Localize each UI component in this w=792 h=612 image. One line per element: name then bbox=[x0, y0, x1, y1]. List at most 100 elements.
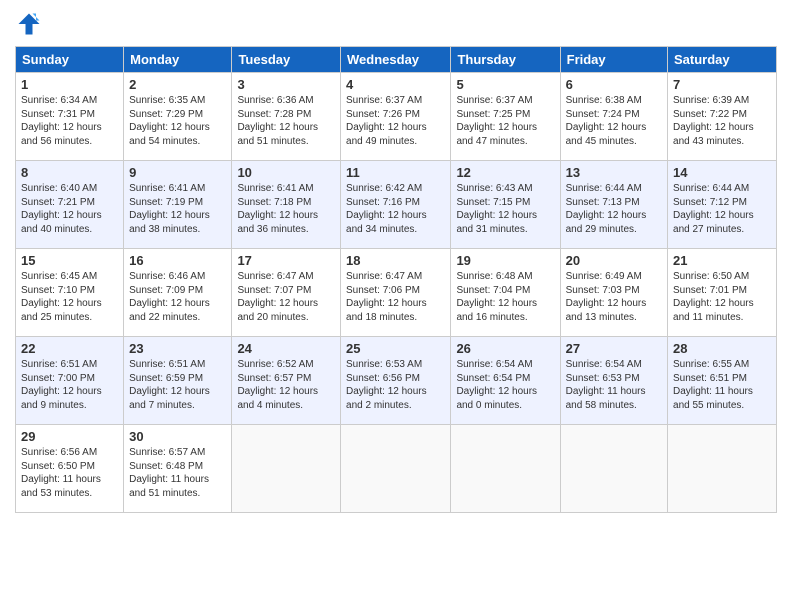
day-number: 6 bbox=[566, 77, 662, 92]
table-row: 9 Sunrise: 6:41 AMSunset: 7:19 PMDayligh… bbox=[124, 161, 232, 249]
calendar-header-friday: Friday bbox=[560, 47, 667, 73]
day-number: 11 bbox=[346, 165, 445, 180]
day-number: 28 bbox=[673, 341, 771, 356]
cell-content: Sunrise: 6:40 AMSunset: 7:21 PMDaylight:… bbox=[21, 183, 102, 235]
day-number: 29 bbox=[21, 429, 118, 444]
table-row: 23 Sunrise: 6:51 AMSunset: 6:59 PMDaylig… bbox=[124, 337, 232, 425]
table-row: 10 Sunrise: 6:41 AMSunset: 7:18 PMDaylig… bbox=[232, 161, 341, 249]
day-number: 23 bbox=[129, 341, 226, 356]
day-number: 22 bbox=[21, 341, 118, 356]
day-number: 24 bbox=[237, 341, 335, 356]
page-container: SundayMondayTuesdayWednesdayThursdayFrid… bbox=[0, 0, 792, 523]
cell-content: Sunrise: 6:47 AMSunset: 7:07 PMDaylight:… bbox=[237, 271, 318, 323]
day-number: 3 bbox=[237, 77, 335, 92]
cell-content: Sunrise: 6:38 AMSunset: 7:24 PMDaylight:… bbox=[566, 95, 647, 147]
day-number: 10 bbox=[237, 165, 335, 180]
cell-content: Sunrise: 6:46 AMSunset: 7:09 PMDaylight:… bbox=[129, 271, 210, 323]
day-number: 20 bbox=[566, 253, 662, 268]
table-row: 5 Sunrise: 6:37 AMSunset: 7:25 PMDayligh… bbox=[451, 73, 560, 161]
table-row: 13 Sunrise: 6:44 AMSunset: 7:13 PMDaylig… bbox=[560, 161, 667, 249]
cell-content: Sunrise: 6:51 AMSunset: 7:00 PMDaylight:… bbox=[21, 359, 102, 411]
calendar-week-row: 1 Sunrise: 6:34 AMSunset: 7:31 PMDayligh… bbox=[16, 73, 777, 161]
cell-content: Sunrise: 6:54 AMSunset: 6:54 PMDaylight:… bbox=[456, 359, 537, 411]
day-number: 15 bbox=[21, 253, 118, 268]
day-number: 14 bbox=[673, 165, 771, 180]
header bbox=[15, 10, 777, 38]
cell-content: Sunrise: 6:54 AMSunset: 6:53 PMDaylight:… bbox=[566, 359, 646, 411]
cell-content: Sunrise: 6:50 AMSunset: 7:01 PMDaylight:… bbox=[673, 271, 754, 323]
table-row: 4 Sunrise: 6:37 AMSunset: 7:26 PMDayligh… bbox=[341, 73, 451, 161]
table-row: 28 Sunrise: 6:55 AMSunset: 6:51 PMDaylig… bbox=[668, 337, 777, 425]
day-number: 1 bbox=[21, 77, 118, 92]
table-row: 22 Sunrise: 6:51 AMSunset: 7:00 PMDaylig… bbox=[16, 337, 124, 425]
day-number: 12 bbox=[456, 165, 554, 180]
table-row: 2 Sunrise: 6:35 AMSunset: 7:29 PMDayligh… bbox=[124, 73, 232, 161]
table-row: 15 Sunrise: 6:45 AMSunset: 7:10 PMDaylig… bbox=[16, 249, 124, 337]
table-row: 25 Sunrise: 6:53 AMSunset: 6:56 PMDaylig… bbox=[341, 337, 451, 425]
cell-content: Sunrise: 6:37 AMSunset: 7:26 PMDaylight:… bbox=[346, 95, 427, 147]
calendar-header-wednesday: Wednesday bbox=[341, 47, 451, 73]
day-number: 8 bbox=[21, 165, 118, 180]
table-row: 18 Sunrise: 6:47 AMSunset: 7:06 PMDaylig… bbox=[341, 249, 451, 337]
table-row: 20 Sunrise: 6:49 AMSunset: 7:03 PMDaylig… bbox=[560, 249, 667, 337]
table-row bbox=[341, 425, 451, 513]
calendar-header-row: SundayMondayTuesdayWednesdayThursdayFrid… bbox=[16, 47, 777, 73]
table-row: 30 Sunrise: 6:57 AMSunset: 6:48 PMDaylig… bbox=[124, 425, 232, 513]
table-row: 3 Sunrise: 6:36 AMSunset: 7:28 PMDayligh… bbox=[232, 73, 341, 161]
cell-content: Sunrise: 6:49 AMSunset: 7:03 PMDaylight:… bbox=[566, 271, 647, 323]
logo bbox=[15, 10, 47, 38]
cell-content: Sunrise: 6:44 AMSunset: 7:13 PMDaylight:… bbox=[566, 183, 647, 235]
logo-icon bbox=[15, 10, 43, 38]
table-row bbox=[560, 425, 667, 513]
day-number: 7 bbox=[673, 77, 771, 92]
cell-content: Sunrise: 6:34 AMSunset: 7:31 PMDaylight:… bbox=[21, 95, 102, 147]
day-number: 26 bbox=[456, 341, 554, 356]
calendar-header-monday: Monday bbox=[124, 47, 232, 73]
cell-content: Sunrise: 6:41 AMSunset: 7:18 PMDaylight:… bbox=[237, 183, 318, 235]
table-row: 6 Sunrise: 6:38 AMSunset: 7:24 PMDayligh… bbox=[560, 73, 667, 161]
cell-content: Sunrise: 6:39 AMSunset: 7:22 PMDaylight:… bbox=[673, 95, 754, 147]
day-number: 16 bbox=[129, 253, 226, 268]
day-number: 21 bbox=[673, 253, 771, 268]
day-number: 18 bbox=[346, 253, 445, 268]
cell-content: Sunrise: 6:56 AMSunset: 6:50 PMDaylight:… bbox=[21, 447, 101, 499]
day-number: 25 bbox=[346, 341, 445, 356]
cell-content: Sunrise: 6:55 AMSunset: 6:51 PMDaylight:… bbox=[673, 359, 753, 411]
table-row: 7 Sunrise: 6:39 AMSunset: 7:22 PMDayligh… bbox=[668, 73, 777, 161]
cell-content: Sunrise: 6:48 AMSunset: 7:04 PMDaylight:… bbox=[456, 271, 537, 323]
table-row: 14 Sunrise: 6:44 AMSunset: 7:12 PMDaylig… bbox=[668, 161, 777, 249]
cell-content: Sunrise: 6:51 AMSunset: 6:59 PMDaylight:… bbox=[129, 359, 210, 411]
table-row bbox=[668, 425, 777, 513]
table-row: 27 Sunrise: 6:54 AMSunset: 6:53 PMDaylig… bbox=[560, 337, 667, 425]
cell-content: Sunrise: 6:47 AMSunset: 7:06 PMDaylight:… bbox=[346, 271, 427, 323]
table-row: 12 Sunrise: 6:43 AMSunset: 7:15 PMDaylig… bbox=[451, 161, 560, 249]
calendar-header-thursday: Thursday bbox=[451, 47, 560, 73]
calendar-header-tuesday: Tuesday bbox=[232, 47, 341, 73]
cell-content: Sunrise: 6:43 AMSunset: 7:15 PMDaylight:… bbox=[456, 183, 537, 235]
day-number: 9 bbox=[129, 165, 226, 180]
table-row bbox=[232, 425, 341, 513]
calendar-week-row: 8 Sunrise: 6:40 AMSunset: 7:21 PMDayligh… bbox=[16, 161, 777, 249]
table-row: 21 Sunrise: 6:50 AMSunset: 7:01 PMDaylig… bbox=[668, 249, 777, 337]
table-row: 19 Sunrise: 6:48 AMSunset: 7:04 PMDaylig… bbox=[451, 249, 560, 337]
day-number: 30 bbox=[129, 429, 226, 444]
calendar-table: SundayMondayTuesdayWednesdayThursdayFrid… bbox=[15, 46, 777, 513]
cell-content: Sunrise: 6:42 AMSunset: 7:16 PMDaylight:… bbox=[346, 183, 427, 235]
table-row bbox=[451, 425, 560, 513]
calendar-week-row: 29 Sunrise: 6:56 AMSunset: 6:50 PMDaylig… bbox=[16, 425, 777, 513]
day-number: 13 bbox=[566, 165, 662, 180]
cell-content: Sunrise: 6:37 AMSunset: 7:25 PMDaylight:… bbox=[456, 95, 537, 147]
table-row: 8 Sunrise: 6:40 AMSunset: 7:21 PMDayligh… bbox=[16, 161, 124, 249]
calendar-week-row: 22 Sunrise: 6:51 AMSunset: 7:00 PMDaylig… bbox=[16, 337, 777, 425]
cell-content: Sunrise: 6:44 AMSunset: 7:12 PMDaylight:… bbox=[673, 183, 754, 235]
table-row: 24 Sunrise: 6:52 AMSunset: 6:57 PMDaylig… bbox=[232, 337, 341, 425]
day-number: 2 bbox=[129, 77, 226, 92]
cell-content: Sunrise: 6:57 AMSunset: 6:48 PMDaylight:… bbox=[129, 447, 209, 499]
table-row: 16 Sunrise: 6:46 AMSunset: 7:09 PMDaylig… bbox=[124, 249, 232, 337]
cell-content: Sunrise: 6:52 AMSunset: 6:57 PMDaylight:… bbox=[237, 359, 318, 411]
table-row: 17 Sunrise: 6:47 AMSunset: 7:07 PMDaylig… bbox=[232, 249, 341, 337]
cell-content: Sunrise: 6:36 AMSunset: 7:28 PMDaylight:… bbox=[237, 95, 318, 147]
table-row: 11 Sunrise: 6:42 AMSunset: 7:16 PMDaylig… bbox=[341, 161, 451, 249]
calendar-week-row: 15 Sunrise: 6:45 AMSunset: 7:10 PMDaylig… bbox=[16, 249, 777, 337]
day-number: 5 bbox=[456, 77, 554, 92]
